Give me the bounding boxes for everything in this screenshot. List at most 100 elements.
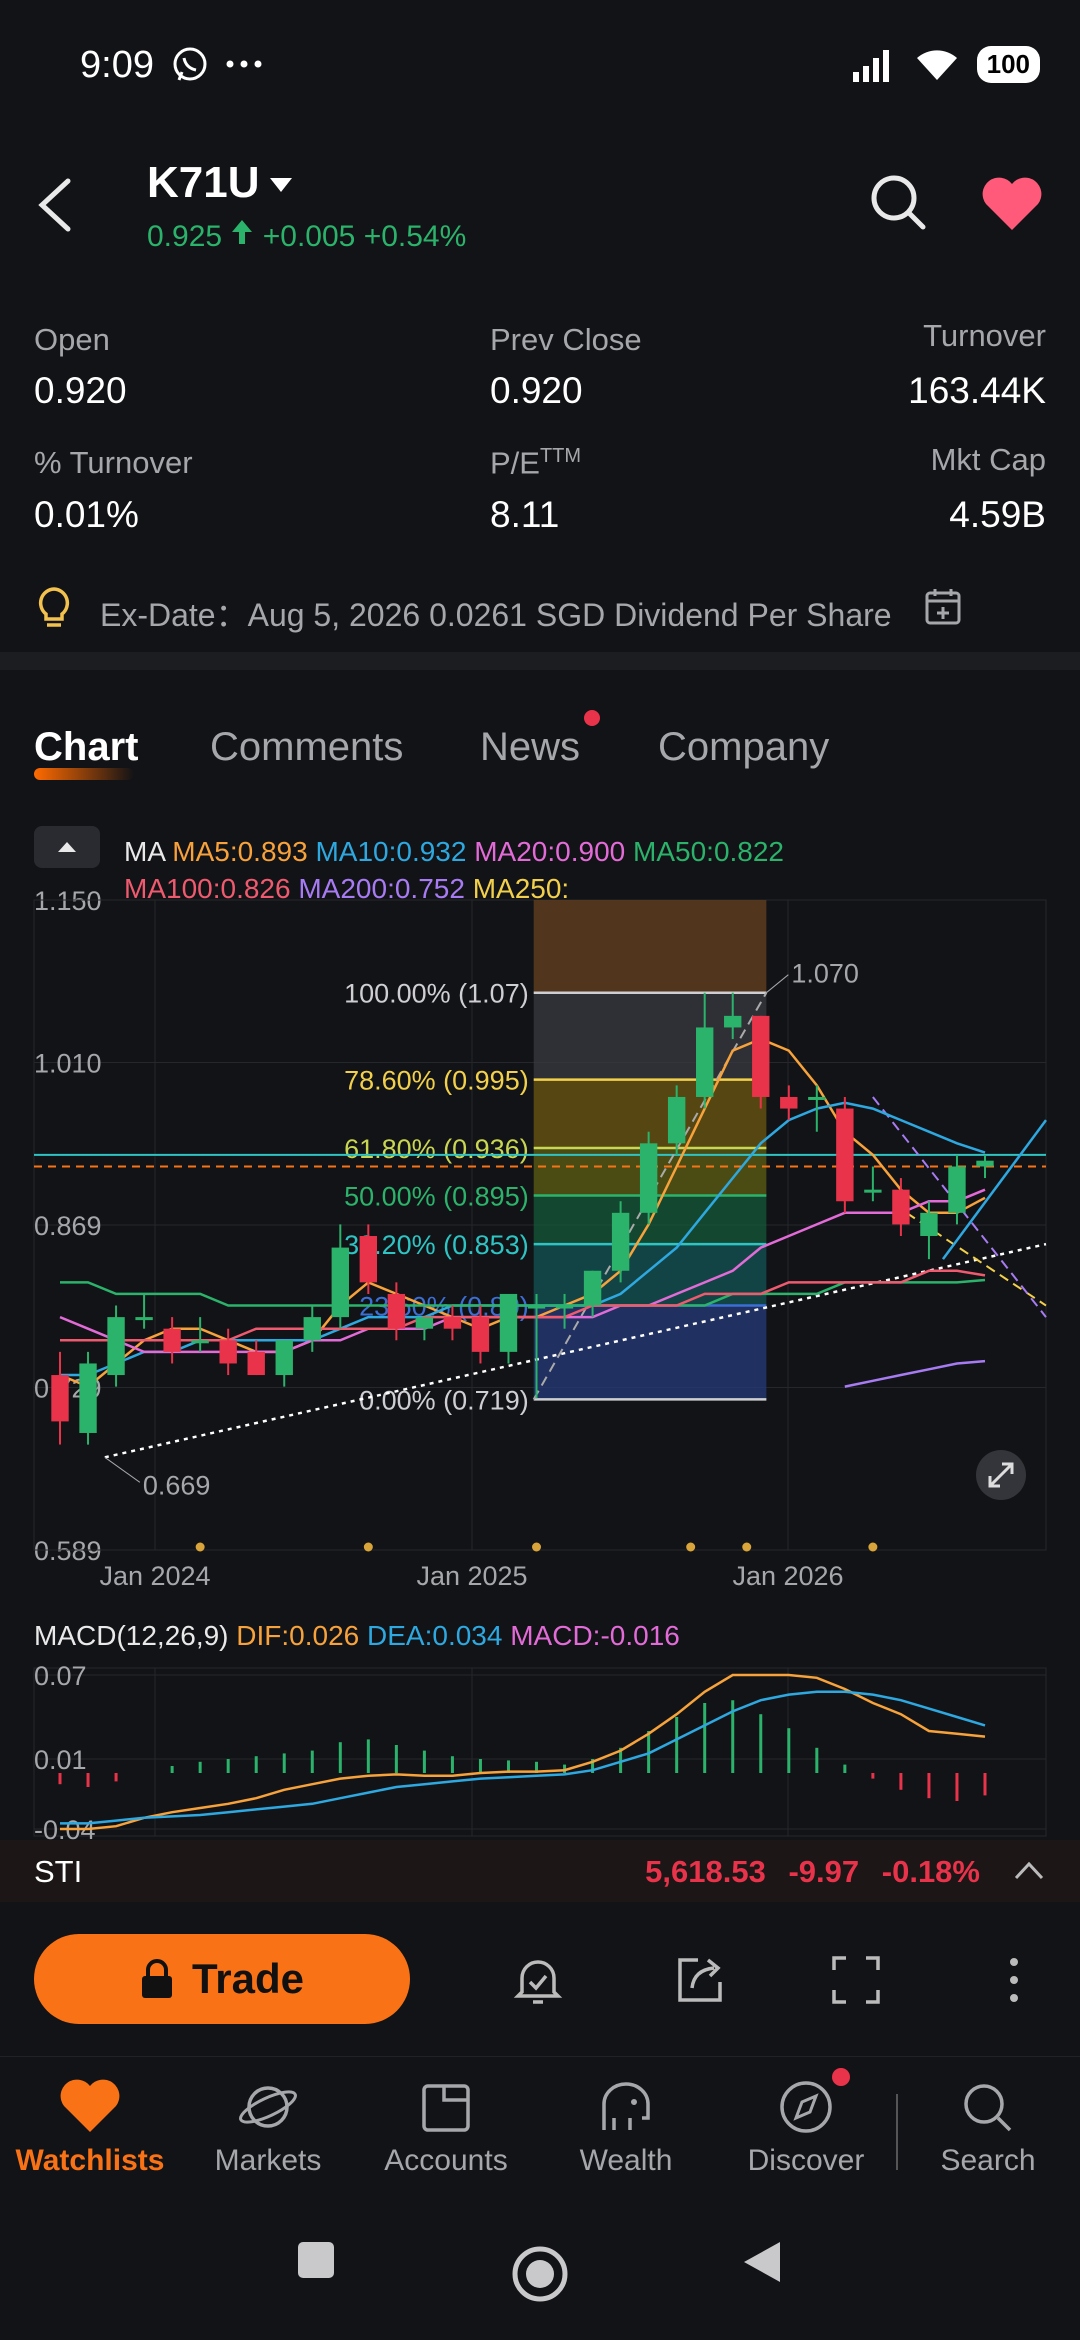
x-tick-label: Jan 2024 <box>99 1561 210 1591</box>
symbol-dropdown-icon[interactable] <box>268 176 294 194</box>
collapse-indicators-button[interactable] <box>34 826 100 868</box>
price-change-pct: +0.54% <box>363 220 467 253</box>
x-tick-label: Jan 2025 <box>416 1561 527 1591</box>
add-calendar-icon[interactable] <box>924 587 964 627</box>
candle <box>219 1340 237 1364</box>
candle <box>443 1317 462 1329</box>
favorite-heart-icon[interactable] <box>980 174 1044 234</box>
candle <box>107 1317 125 1376</box>
back-arrow-icon[interactable] <box>30 175 90 235</box>
candle <box>696 1027 714 1097</box>
dividend-marker <box>686 1542 696 1552</box>
nav-search-label: Search <box>940 2144 1036 2177</box>
dividend-marker <box>195 1542 205 1552</box>
tab-chart[interactable]: Chart <box>34 725 138 770</box>
fullscreen-icon[interactable] <box>826 1950 886 2010</box>
macd-y-tick-label: -0.04 <box>34 1815 96 1840</box>
macd-dif: DIF:0.026 <box>236 1620 360 1651</box>
status-bar: 9:09 100 <box>0 0 1080 130</box>
macd-y-tick-label: 0.01 <box>34 1745 87 1775</box>
candle <box>359 1236 378 1283</box>
dividend-marker <box>363 1542 373 1552</box>
stock-symbol[interactable]: K71U <box>147 158 260 208</box>
stat-prevclose-label: Prev Close <box>490 322 642 357</box>
nav-discover[interactable]: Discover <box>726 2078 886 2178</box>
more-options-icon[interactable] <box>984 1950 1044 2010</box>
active-tab-indicator <box>34 768 134 780</box>
back-nav-icon[interactable] <box>742 2240 782 2284</box>
price-chart[interactable]: 1.1501.0100.8690.7290.589Jan 2024Jan 202… <box>0 880 1080 1600</box>
candle <box>471 1317 490 1352</box>
tab-company[interactable]: Company <box>658 725 829 770</box>
status-time: 9:09 <box>80 44 154 86</box>
candle <box>303 1317 321 1341</box>
section-divider <box>0 652 1080 670</box>
candle <box>191 1340 209 1344</box>
share-icon[interactable] <box>670 1950 730 2010</box>
candle <box>639 1143 658 1213</box>
candle <box>864 1189 882 1193</box>
macd-y-tick-label: 0.07 <box>34 1661 87 1691</box>
home-icon[interactable] <box>510 2244 570 2304</box>
price-alert-icon[interactable] <box>508 1950 568 2010</box>
candle <box>163 1328 181 1352</box>
expand-icon <box>988 1462 1014 1488</box>
fullscreen-chart-button[interactable] <box>976 1450 1026 1500</box>
candle <box>920 1212 938 1237</box>
pe-label-text: P/E <box>490 445 540 481</box>
candle <box>611 1212 630 1271</box>
fib-zone-band <box>533 1079 767 1148</box>
candle <box>499 1293 518 1352</box>
search-icon[interactable] <box>868 172 928 232</box>
dividend-marker <box>868 1542 878 1552</box>
price-line: 0.925 +0.005 +0.54% <box>147 218 466 254</box>
low-annotation: 0.669 <box>143 1470 211 1500</box>
tab-comments[interactable]: Comments <box>210 725 403 770</box>
macd-chart[interactable]: 0.07 0.01 -0.04 <box>0 1660 1080 1840</box>
nav-wealth[interactable]: Wealth <box>546 2078 706 2178</box>
candle <box>836 1108 854 1202</box>
notification-icons <box>170 44 280 93</box>
candle <box>247 1351 265 1376</box>
stat-pe-label: P/ETTM <box>490 445 581 481</box>
candle <box>275 1340 293 1376</box>
fib-level-label: 100.00% (1.07) <box>344 979 529 1009</box>
news-notification-dot <box>584 710 600 726</box>
tab-news[interactable]: News <box>480 725 580 770</box>
candle <box>724 1015 742 1028</box>
ma-prefix: MA <box>124 836 165 867</box>
fib-level-label: 61.80% (0.936) <box>344 1134 529 1164</box>
y-tick-label: 0.589 <box>34 1536 102 1566</box>
index-change-pct: -0.18% <box>881 1854 980 1889</box>
dividend-exdate-text[interactable]: Ex-Date：Aug 5, 2026 0.0261 SGD Dividend … <box>100 590 892 636</box>
stat-pct-turnover-value: 0.01% <box>34 494 139 535</box>
candle <box>892 1189 910 1225</box>
nav-markets-label: Markets <box>214 2144 322 2177</box>
fib-level-label: 0.00% (0.719) <box>359 1385 529 1415</box>
candle <box>415 1317 434 1329</box>
nav-accounts[interactable]: Accounts <box>366 2078 526 2178</box>
nav-separator <box>896 2094 898 2170</box>
candle <box>135 1317 153 1321</box>
up-arrow-icon <box>232 220 253 244</box>
ma-legend-row-1[interactable]: MA MA5:0.893 MA10:0.932 MA20:0.900 MA50:… <box>124 836 784 868</box>
candle <box>976 1160 994 1167</box>
lightbulb-icon <box>38 587 70 627</box>
x-tick-label: Jan 2026 <box>732 1561 843 1591</box>
annotation-leader <box>104 1456 141 1483</box>
recent-apps-icon[interactable] <box>296 2240 336 2280</box>
trade-button[interactable]: Trade <box>34 1934 410 2024</box>
macd-title: MACD(12,26,9) <box>34 1620 229 1651</box>
nav-markets[interactable]: Markets <box>188 2078 348 2178</box>
index-values: 5,618.53 -9.97 -0.18% <box>645 1854 980 1890</box>
expand-up-icon[interactable] <box>1012 1856 1046 1886</box>
last-price: 0.925 <box>147 220 223 253</box>
nav-watchlists[interactable]: Watchlists <box>10 2078 170 2178</box>
stat-pct-turnover-label: % Turnover <box>34 445 193 480</box>
macd-legend[interactable]: MACD(12,26,9) DIF:0.026 DEA:0.034 MACD:-… <box>34 1620 680 1652</box>
candle <box>527 1305 546 1309</box>
index-ticker-bar[interactable]: STI 5,618.53 -9.97 -0.18% <box>0 1840 1080 1902</box>
candle <box>555 1305 574 1309</box>
nav-search[interactable]: Search <box>908 2078 1068 2178</box>
stat-turnover-label: Turnover <box>923 318 1046 353</box>
